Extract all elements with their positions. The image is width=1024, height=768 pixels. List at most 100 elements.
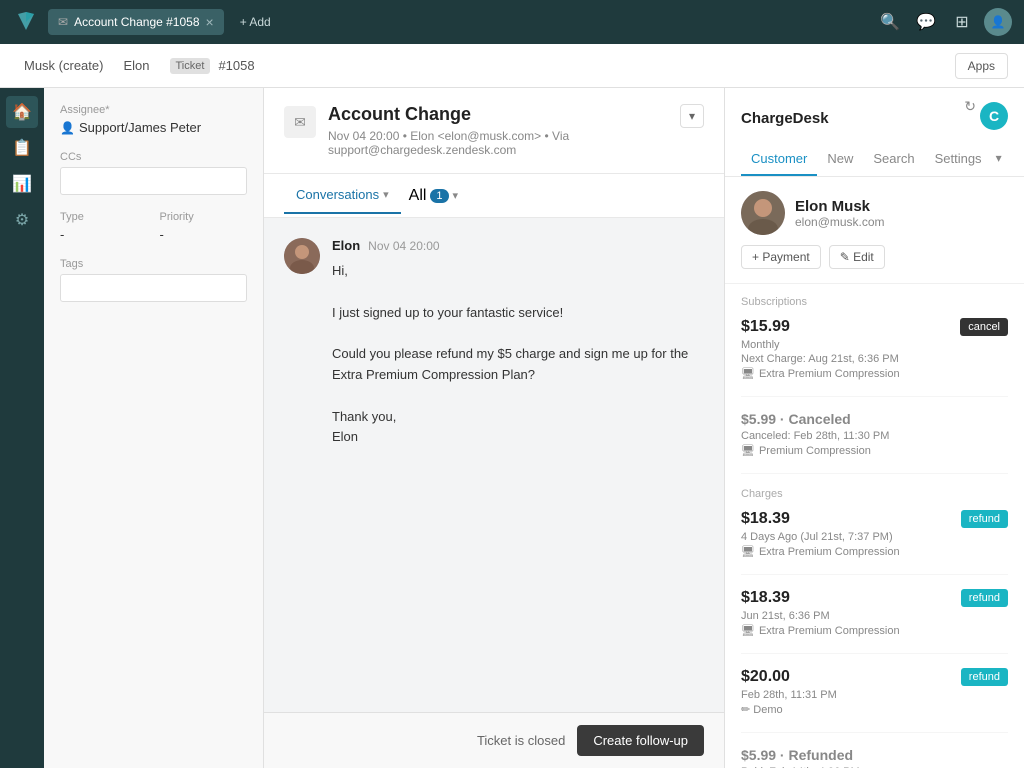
nav-settings[interactable]: ⚙ [6, 204, 38, 236]
assignee-label: Assignee* [60, 104, 247, 116]
email-meta: Nov 04 20:00 • Elon <elon@musk.com> • Vi… [328, 129, 668, 157]
conversations-bar: Conversations ▾ All 1 ▾ [264, 174, 724, 218]
grid-icon[interactable]: ⊞ [948, 8, 976, 36]
tab-search[interactable]: Search [863, 143, 924, 176]
active-tab[interactable]: ✉ Account Change #1058 × [48, 9, 224, 35]
panel-tabs: Customer New Search Settings ▾ [725, 143, 1024, 177]
email-icon: ✉ [284, 106, 316, 138]
sub-amount-2: $5.99 · Canceled [741, 411, 851, 427]
nav-tickets[interactable]: 📋 [6, 132, 38, 164]
all-dropdown-icon[interactable]: ▾ [453, 189, 459, 202]
charge-item-4: $5.99 · Refunded Paid: Feb 14th, 4:06 PM… [741, 747, 1008, 768]
nav-home[interactable]: 🏠 [6, 96, 38, 128]
tags-input[interactable] [60, 274, 247, 302]
message-header: Elon Nov 04 20:00 [332, 238, 704, 253]
customer-section: Elon Musk elon@musk.com + Payment ✎ Edit [725, 177, 1024, 284]
tab-title: Account Change #1058 [74, 15, 199, 29]
subscription-item-1: $15.99 cancel Monthly Next Charge: Aug 2… [741, 318, 1008, 397]
breadcrumb-elon[interactable]: Elon [115, 54, 157, 77]
tags-field: Tags [60, 258, 247, 302]
message-body: Hi, I just signed up to your fantastic s… [332, 261, 704, 448]
add-button[interactable]: + Add [232, 11, 279, 33]
conversations-dropdown-icon[interactable]: ▾ [383, 188, 389, 201]
priority-value: - [160, 227, 248, 242]
create-followup-button[interactable]: Create follow-up [577, 725, 704, 756]
tab-new[interactable]: New [817, 143, 863, 176]
tab-settings[interactable]: Settings [925, 143, 992, 176]
sub-detail-1a: Monthly [741, 339, 1008, 351]
message-avatar [284, 238, 320, 274]
sub-detail-1b: Next Charge: Aug 21st, 6:36 PM [741, 353, 1008, 365]
message-item: Elon Nov 04 20:00 Hi, I just signed up t… [284, 238, 704, 448]
customer-actions: + Payment ✎ Edit [741, 245, 1008, 269]
customer-name: Elon Musk [795, 198, 885, 215]
ticket-number: #1058 [218, 58, 254, 73]
charge-item-2: $18.39 refund Jun 21st, 6:36 PM 🖥 Extra … [741, 589, 1008, 654]
payment-button[interactable]: + Payment [741, 245, 821, 269]
charge-amount-1: $18.39 [741, 510, 790, 528]
sub-detail-1c: 🖥 Extra Premium Compression [741, 367, 1008, 380]
subscription-item-2: $5.99 · Canceled Canceled: Feb 28th, 11:… [741, 411, 1008, 474]
conversations-tab[interactable]: Conversations ▾ [284, 177, 401, 214]
edit-button[interactable]: ✎ Edit [829, 245, 885, 269]
email-title: Account Change [328, 104, 668, 125]
customer-avatar [741, 191, 785, 235]
sub-amount-1: $15.99 [741, 318, 790, 336]
app-logo [12, 8, 40, 36]
charges-title: Charges [741, 488, 1008, 500]
ccs-label: CCs [60, 151, 247, 163]
svg-text:C: C [989, 108, 999, 124]
charge-detail-1a: 4 Days Ago (Jul 21st, 7:37 PM) [741, 531, 1008, 543]
type-label: Type [60, 211, 148, 223]
message-author: Elon [332, 238, 360, 253]
nav-reports[interactable]: 📊 [6, 168, 38, 200]
message-content: Elon Nov 04 20:00 Hi, I just signed up t… [332, 238, 704, 448]
charge-detail-1b: 🖥 Extra Premium Compression [741, 545, 1008, 558]
breadcrumb: Musk (create) Elon Ticket #1058 Apps [0, 44, 1024, 88]
main-area: 🏠 📋 📊 ⚙ Assignee* 👤 Support/James Peter … [0, 88, 1024, 768]
customer-row: Elon Musk elon@musk.com [741, 191, 1008, 235]
refund-badge-1[interactable]: refund [961, 510, 1008, 528]
type-priority-row: Type - Priority - [60, 211, 247, 242]
conversations-count: 1 [430, 189, 448, 203]
tab-close-icon[interactable]: × [206, 15, 214, 29]
user-avatar[interactable]: 👤 [984, 8, 1012, 36]
charge-detail-2a: Jun 21st, 6:36 PM [741, 610, 1008, 622]
breadcrumb-ticket[interactable]: Ticket #1058 [162, 54, 263, 78]
cancel-badge-1[interactable]: cancel [960, 318, 1008, 336]
charge-item-3: $20.00 refund Feb 28th, 11:31 PM ✏ Demo [741, 668, 1008, 733]
charge-detail-2b: 🖥 Extra Premium Compression [741, 624, 1008, 637]
tab-more-icon[interactable]: ▾ [992, 143, 1006, 176]
chat-icon[interactable]: 💬 [912, 8, 940, 36]
apps-button[interactable]: Apps [955, 53, 1008, 79]
refresh-icon[interactable]: ↻ [964, 98, 976, 115]
breadcrumb-create[interactable]: Musk (create) [16, 54, 111, 77]
tab-customer[interactable]: Customer [741, 143, 817, 176]
email-info: Account Change Nov 04 20:00 • Elon <elon… [328, 104, 668, 157]
email-dropdown-button[interactable]: ▾ [680, 104, 704, 128]
message-time: Nov 04 20:00 [368, 239, 439, 253]
sub-detail-2a: Canceled: Feb 28th, 11:30 PM [741, 430, 1008, 442]
refund-badge-3[interactable]: refund [961, 668, 1008, 686]
customer-info: Elon Musk elon@musk.com [795, 198, 885, 229]
charge-amount-4: $5.99 · Refunded [741, 747, 853, 763]
charge-amount-3: $20.00 [741, 668, 790, 686]
charge-detail-3b: ✏ Demo [741, 703, 1008, 716]
assignee-value: 👤 Support/James Peter [60, 120, 247, 135]
nav-sidebar: 🏠 📋 📊 ⚙ [0, 88, 44, 768]
type-field: Type - [60, 211, 148, 242]
assignee-field: Assignee* 👤 Support/James Peter [60, 104, 247, 135]
search-icon[interactable]: 🔍 [876, 8, 904, 36]
refund-badge-2[interactable]: refund [961, 589, 1008, 607]
topbar-icons: 🔍 💬 ⊞ 👤 [876, 8, 1012, 36]
subscriptions-title: Subscriptions [741, 296, 1008, 308]
sub-detail-2b: 🖥 Premium Compression [741, 444, 1008, 457]
bottom-bar: Ticket is closed Create follow-up [264, 712, 724, 768]
charge-amount-2: $18.39 [741, 589, 790, 607]
charge-item-1: $18.39 refund 4 Days Ago (Jul 21st, 7:37… [741, 510, 1008, 575]
all-filter[interactable]: All 1 ▾ [409, 187, 458, 205]
tags-label: Tags [60, 258, 247, 270]
panel-content: Subscriptions $15.99 cancel Monthly Next… [725, 284, 1024, 768]
ccs-input[interactable] [60, 167, 247, 195]
priority-field: Priority - [160, 211, 248, 242]
